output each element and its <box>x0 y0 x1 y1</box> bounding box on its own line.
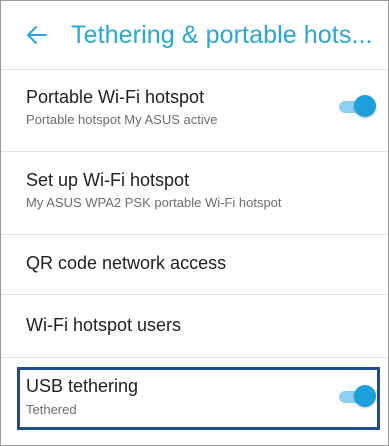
back-button[interactable] <box>23 21 51 49</box>
setting-wifi-hotspot-users[interactable]: Wi-Fi hotspot users <box>1 295 388 358</box>
setting-label: QR code network access <box>26 253 227 273</box>
arrow-left-icon <box>27 26 47 44</box>
setting-label: USB tethering <box>26 376 139 396</box>
toggle-thumb <box>354 95 376 117</box>
setting-label: Portable Wi-Fi hotspot <box>26 87 205 107</box>
setting-summary: Tethered <box>26 402 77 417</box>
toggle-thumb <box>354 385 376 407</box>
app-bar: Tethering & portable hots... <box>1 1 388 70</box>
setting-summary: My ASUS WPA2 PSK portable Wi-Fi hotspot <box>26 195 282 210</box>
settings-screen: Tethering & portable hots... Portable Wi… <box>0 0 389 446</box>
setting-summary: Portable hotspot My ASUS active <box>26 112 218 127</box>
page-title: Tethering & portable hots... <box>71 20 373 49</box>
setting-qr-code-network-access[interactable]: QR code network access <box>1 235 388 295</box>
portable-hotspot-toggle[interactable] <box>337 95 377 117</box>
setting-label: Set up Wi-Fi hotspot <box>26 170 190 190</box>
setting-label: Wi-Fi hotspot users <box>26 315 182 335</box>
setting-setup-wifi-hotspot[interactable]: Set up Wi-Fi hotspot My ASUS WPA2 PSK po… <box>1 152 388 235</box>
usb-tethering-toggle[interactable] <box>337 385 377 407</box>
setting-portable-wifi-hotspot[interactable]: Portable Wi-Fi hotspot Portable hotspot … <box>1 70 388 152</box>
setting-usb-tethering[interactable]: USB tethering Tethered <box>1 358 388 444</box>
